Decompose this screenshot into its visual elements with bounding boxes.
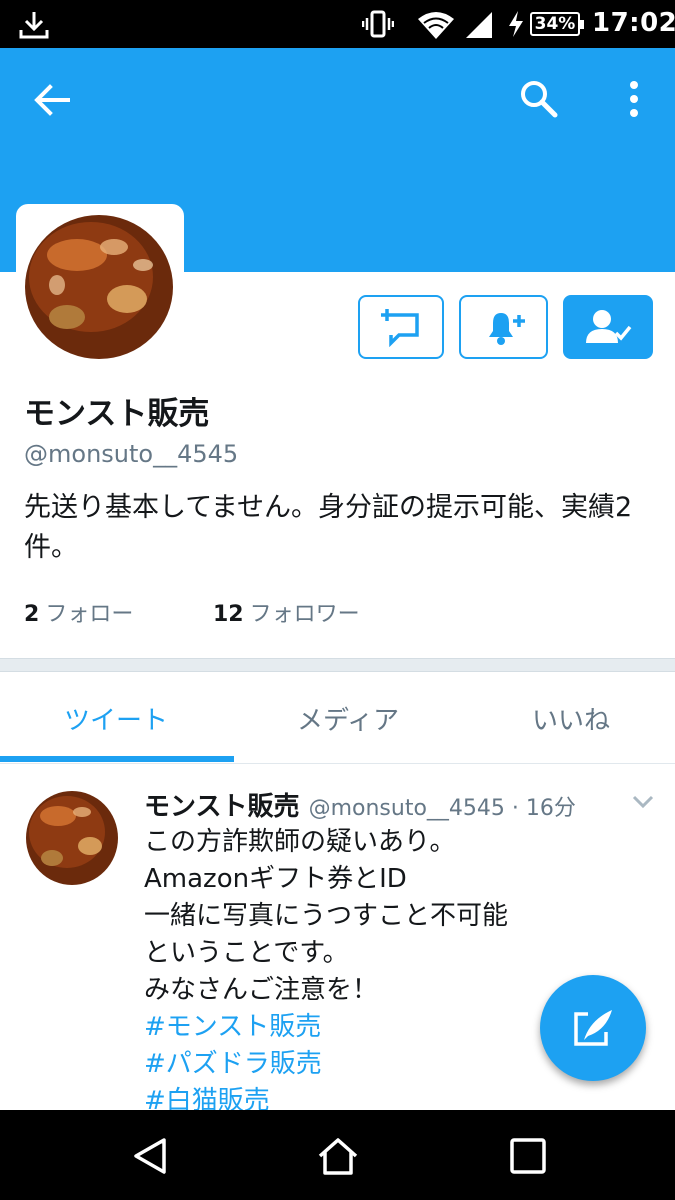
following-user-check-icon bbox=[586, 310, 632, 343]
profile-handle: @monsuto__4545 bbox=[24, 440, 239, 468]
compose-tweet-icon bbox=[574, 1010, 612, 1046]
battery-icon: 34% bbox=[530, 12, 584, 36]
nav-back-icon[interactable] bbox=[128, 1136, 172, 1176]
tweet-line: この方詐欺師の疑いあり。 bbox=[144, 827, 456, 857]
search-icon[interactable] bbox=[518, 78, 560, 120]
tweet-author-name[interactable]: モンスト販売 bbox=[144, 792, 299, 822]
profile-avatar[interactable] bbox=[16, 204, 184, 366]
notification-bell-plus-icon bbox=[488, 313, 525, 345]
profile-bio: 先送り基本してません。身分証の提示可能、実績2件。 bbox=[24, 492, 633, 563]
tweet-header: モンスト販売 @monsuto__4545 · 16分 bbox=[144, 786, 576, 823]
active-tab-indicator bbox=[0, 756, 234, 762]
signal-icon bbox=[466, 12, 492, 38]
back-arrow-icon[interactable] bbox=[30, 80, 74, 120]
vibrate-icon bbox=[362, 10, 394, 38]
followers-count-link[interactable]: 12 フォロワー bbox=[213, 596, 360, 628]
tweet-line: Amazonギフト券とID bbox=[144, 864, 407, 894]
tweet-avatar[interactable] bbox=[22, 786, 122, 888]
tweet-avatar-image bbox=[22, 786, 122, 888]
direct-message-icon bbox=[381, 309, 419, 347]
nav-recents-icon[interactable] bbox=[506, 1136, 550, 1176]
tweet-line: 一緒に写真にうつすこと不可能 bbox=[144, 901, 509, 931]
hashtag-link[interactable]: #パズドラ販売 bbox=[144, 1046, 564, 1083]
tweet-meta: @monsuto__4545 · 16分 bbox=[308, 796, 576, 821]
avatar-image bbox=[19, 207, 181, 363]
system-nav-bar bbox=[0, 1110, 675, 1200]
follow-stats: 2 フォロー 12 フォロワー bbox=[24, 596, 360, 628]
tab-tweets[interactable]: ツイート bbox=[64, 700, 168, 737]
clock: 17:02 bbox=[592, 8, 675, 38]
followers-label: フォロワー bbox=[249, 602, 360, 627]
tab-media[interactable]: メディア bbox=[297, 700, 399, 737]
download-icon bbox=[19, 12, 49, 39]
following-count: 2 bbox=[24, 602, 40, 627]
tweet-text: この方詐欺師の疑いあり。 Amazonギフト券とID 一緒に写真にうつすこと不可… bbox=[144, 824, 564, 1120]
more-vertical-icon[interactable] bbox=[616, 78, 652, 120]
tab-likes[interactable]: いいね bbox=[532, 700, 610, 737]
nav-home-icon[interactable] bbox=[316, 1136, 360, 1176]
compose-tweet-button[interactable] bbox=[540, 975, 646, 1081]
tweet-line: みなさんご注意を！ bbox=[144, 975, 379, 1005]
chevron-down-icon[interactable] bbox=[630, 792, 656, 812]
following-button[interactable] bbox=[563, 295, 653, 359]
followers-count: 12 bbox=[213, 602, 244, 627]
profile-name: モンスト販売 bbox=[24, 396, 210, 432]
tweet-line: ということです。 bbox=[144, 938, 349, 968]
profile-tabs: ツイート メディア いいね bbox=[0, 672, 675, 764]
charging-icon bbox=[509, 11, 523, 37]
hashtag-link[interactable]: #モンスト販売 bbox=[144, 1009, 564, 1046]
notification-button[interactable] bbox=[459, 295, 548, 359]
following-count-link[interactable]: 2 フォロー bbox=[24, 602, 133, 627]
status-bar: 34% 17:02 bbox=[0, 0, 675, 48]
wifi-icon bbox=[418, 12, 454, 39]
direct-message-button[interactable] bbox=[358, 295, 444, 359]
following-label: フォロー bbox=[45, 602, 134, 627]
section-divider bbox=[0, 658, 675, 672]
